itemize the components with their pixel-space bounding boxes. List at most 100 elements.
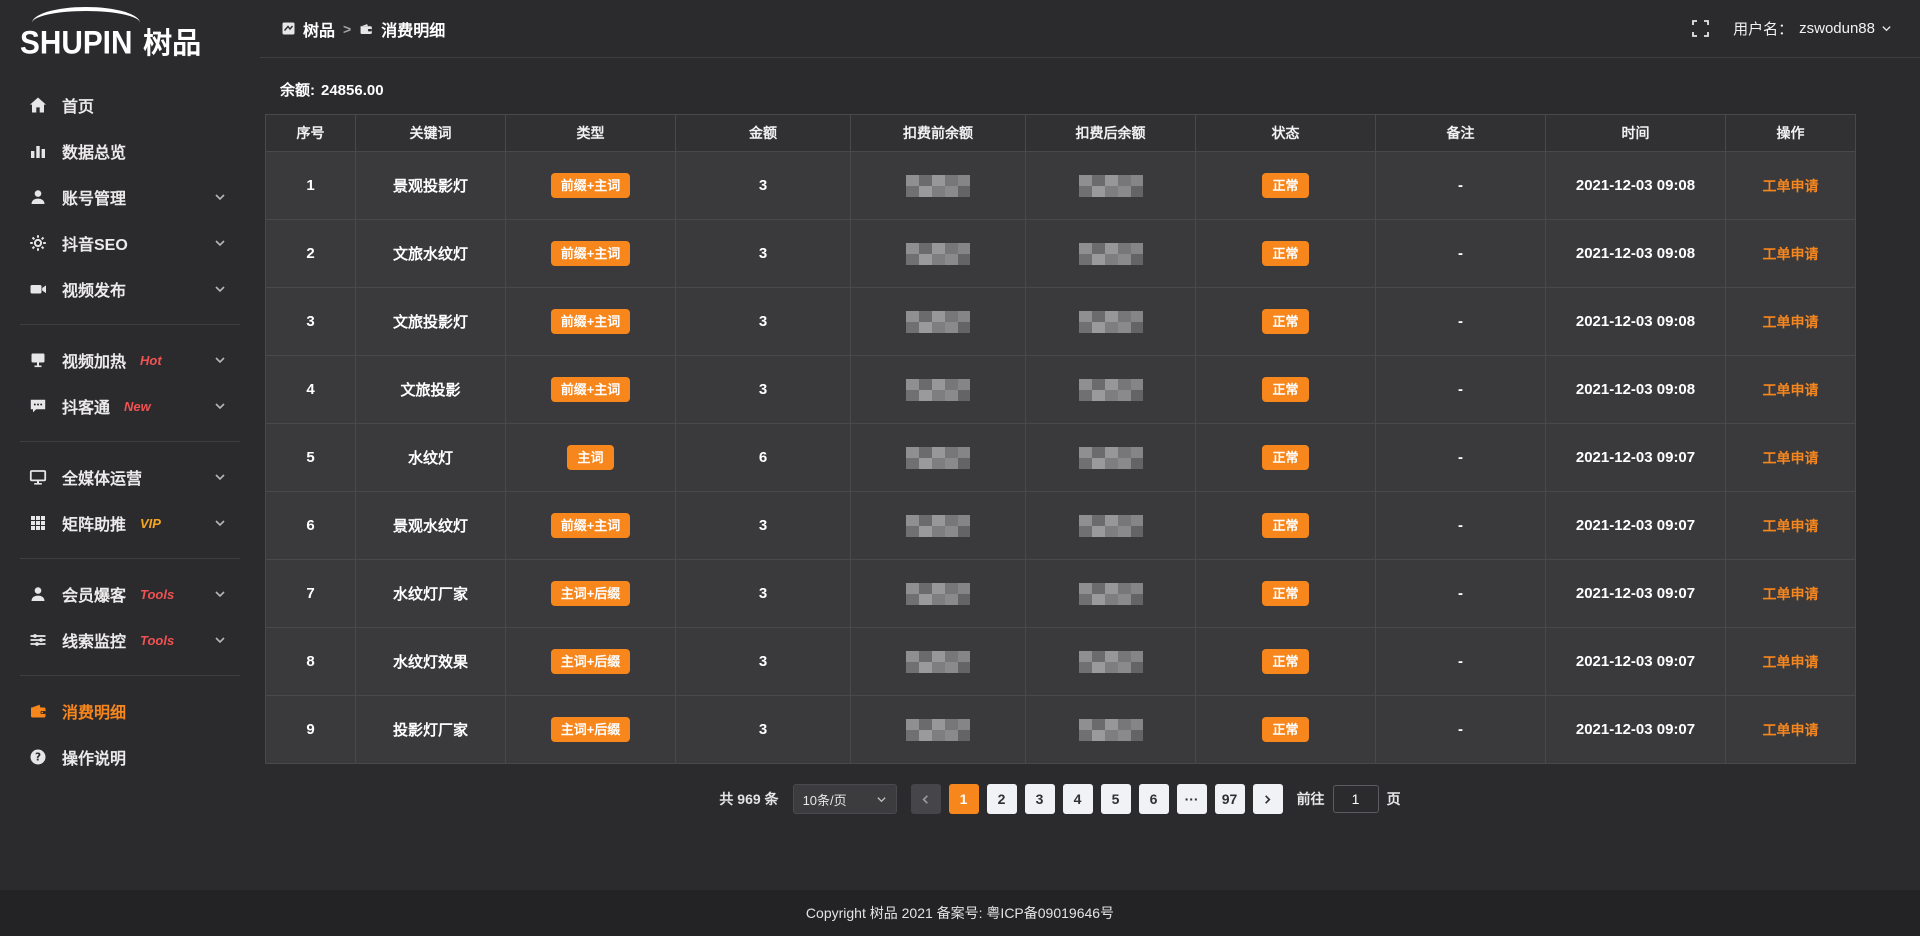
page-button-5[interactable]: 5	[1101, 784, 1131, 814]
page-button-4[interactable]: 4	[1063, 784, 1093, 814]
chevron-down-icon	[214, 588, 226, 600]
sidebar-item-instructions[interactable]: ? 操作说明	[0, 734, 260, 780]
fullscreen-icon[interactable]	[1692, 20, 1709, 37]
sidebar-item-matrix-boost[interactable]: 矩阵助推 VIP	[0, 500, 260, 546]
sidebar-item-home[interactable]: 首页	[0, 82, 260, 128]
cell-keyword: 水纹灯厂家	[356, 560, 506, 628]
ticket-request-link[interactable]: 工单申请	[1763, 382, 1819, 398]
cell-time: 2021-12-03 09:07	[1546, 628, 1726, 696]
goto-page-input[interactable]	[1333, 785, 1379, 813]
table-row: 1 景观投影灯 前缀+主词 3 正常 - 2021-12-03 09:08 工单…	[266, 152, 1856, 220]
sidebar-item-video-heat[interactable]: 视频加热 Hot	[0, 337, 260, 383]
ticket-request-link[interactable]: 工单申请	[1763, 722, 1819, 738]
sidebar-item-label: 数据总览	[62, 139, 126, 163]
cell-keyword: 景观水纹灯	[356, 492, 506, 560]
ticket-request-link[interactable]: 工单申请	[1763, 450, 1819, 466]
redacted-balance-before	[906, 175, 970, 197]
redacted-balance-before	[906, 243, 970, 265]
breadcrumb-item-home[interactable]: 树品	[282, 17, 335, 41]
breadcrumb-label: 消费明细	[381, 17, 445, 41]
brand-logo[interactable]: SHUPIN 树品	[0, 0, 260, 62]
user-menu[interactable]: 用户名：zswodun88	[1733, 18, 1892, 39]
type-badge: 主词+后缀	[551, 581, 631, 606]
copyright-text: Copyright 树品 2021 备案号: 粤ICP备09019646号	[806, 903, 1114, 923]
cell-amount: 3	[676, 288, 851, 356]
ticket-request-link[interactable]: 工单申请	[1763, 246, 1819, 262]
pagination-total: 共 969 条	[719, 789, 778, 809]
page-button-3[interactable]: 3	[1025, 784, 1055, 814]
status-badge: 正常	[1262, 649, 1308, 674]
ticket-request-link[interactable]: 工单申请	[1763, 178, 1819, 194]
cell-keyword: 文旅投影	[356, 356, 506, 424]
sidebar-item-video-publish[interactable]: 视频发布	[0, 266, 260, 312]
logo-text-cn: 树品	[143, 20, 201, 62]
cell-keyword: 投影灯厂家	[356, 696, 506, 764]
status-badge: 正常	[1262, 377, 1308, 402]
tools-badge: Tools	[140, 587, 174, 602]
topbar-right: 用户名：zswodun88	[1692, 18, 1892, 39]
table-row: 9 投影灯厂家 主词+后缀 3 正常 - 2021-12-03 09:07 工单…	[266, 696, 1856, 764]
ticket-request-link[interactable]: 工单申请	[1763, 518, 1819, 534]
sidebar-item-lead-monitor[interactable]: 线索监控 Tools	[0, 617, 260, 663]
sidebar-item-all-media[interactable]: 全媒体运营	[0, 454, 260, 500]
sidebar-item-douyin-seo[interactable]: 抖音SEO	[0, 220, 260, 266]
username-value: zswodun88	[1799, 20, 1875, 37]
type-badge: 前缀+主词	[551, 377, 631, 402]
sidebar-item-member-burst[interactable]: 会员爆客 Tools	[0, 571, 260, 617]
sidebar-item-label: 抖音SEO	[62, 231, 128, 255]
table-row: 4 文旅投影 前缀+主词 3 正常 - 2021-12-03 09:08 工单申…	[266, 356, 1856, 424]
type-badge: 前缀+主词	[551, 173, 631, 198]
cell-keyword: 水纹灯	[356, 424, 506, 492]
cell-time: 2021-12-03 09:07	[1546, 560, 1726, 628]
page-size-select[interactable]: 10条/页	[793, 784, 897, 814]
page-ellipsis-button[interactable]: ···	[1177, 784, 1207, 814]
redacted-balance-after	[1079, 175, 1143, 197]
prev-page-button[interactable]	[911, 784, 941, 814]
redacted-balance-before	[906, 515, 970, 537]
page-button-97[interactable]: 97	[1215, 784, 1245, 814]
sidebar-item-douketong[interactable]: 抖客通 New	[0, 383, 260, 429]
cell-note: -	[1376, 696, 1546, 764]
vip-badge: VIP	[140, 516, 161, 531]
status-badge: 正常	[1262, 717, 1308, 742]
col-header-balance-after: 扣费后余额	[1026, 115, 1196, 152]
sidebar-divider	[20, 675, 240, 676]
page-button-6[interactable]: 6	[1139, 784, 1169, 814]
type-badge: 前缀+主词	[551, 241, 631, 266]
table-row: 8 水纹灯效果 主词+后缀 3 正常 - 2021-12-03 09:07 工单…	[266, 628, 1856, 696]
pagination: 共 969 条 10条/页 1 2 3 4 5 6 ··· 97 前往 页	[265, 784, 1855, 814]
type-badge: 主词	[567, 445, 613, 470]
breadcrumb-item-current[interactable]: 消费明细	[359, 17, 445, 41]
sidebar-item-data-overview[interactable]: 数据总览	[0, 128, 260, 174]
cell-index: 6	[266, 492, 356, 560]
next-page-button[interactable]	[1253, 784, 1283, 814]
new-badge: New	[124, 399, 151, 414]
hot-badge: Hot	[140, 353, 162, 368]
sliders-icon	[28, 630, 48, 650]
page-button-1[interactable]: 1	[949, 784, 979, 814]
sidebar-item-consumption-detail[interactable]: 消费明细	[0, 688, 260, 734]
chevron-down-icon	[1881, 23, 1892, 34]
home-icon	[28, 95, 48, 115]
wallet-icon	[28, 701, 48, 721]
ticket-request-link[interactable]: 工单申请	[1763, 314, 1819, 330]
page-buttons: 1 2 3 4 5 6 ··· 97	[911, 784, 1283, 814]
cell-index: 2	[266, 220, 356, 288]
sidebar-item-label: 抖客通	[62, 394, 110, 418]
cell-note: -	[1376, 288, 1546, 356]
ticket-request-link[interactable]: 工单申请	[1763, 586, 1819, 602]
sidebar-item-account[interactable]: 账号管理	[0, 174, 260, 220]
cell-note: -	[1376, 492, 1546, 560]
page-button-2[interactable]: 2	[987, 784, 1017, 814]
sidebar-item-label: 视频加热	[62, 348, 126, 372]
sidebar-item-label: 线索监控	[62, 628, 126, 652]
ticket-request-link[interactable]: 工单申请	[1763, 654, 1819, 670]
gear-icon	[28, 233, 48, 253]
col-header-index: 序号	[266, 115, 356, 152]
logo-arc-icon	[32, 7, 140, 23]
table-row: 2 文旅水纹灯 前缀+主词 3 正常 - 2021-12-03 09:08 工单…	[266, 220, 1856, 288]
sidebar-item-label: 会员爆客	[62, 582, 126, 606]
tools-badge: Tools	[140, 633, 174, 648]
cell-index: 7	[266, 560, 356, 628]
table-header-row: 序号 关键词 类型 金额 扣费前余额 扣费后余额 状态 备注 时间 操作	[266, 115, 1856, 152]
